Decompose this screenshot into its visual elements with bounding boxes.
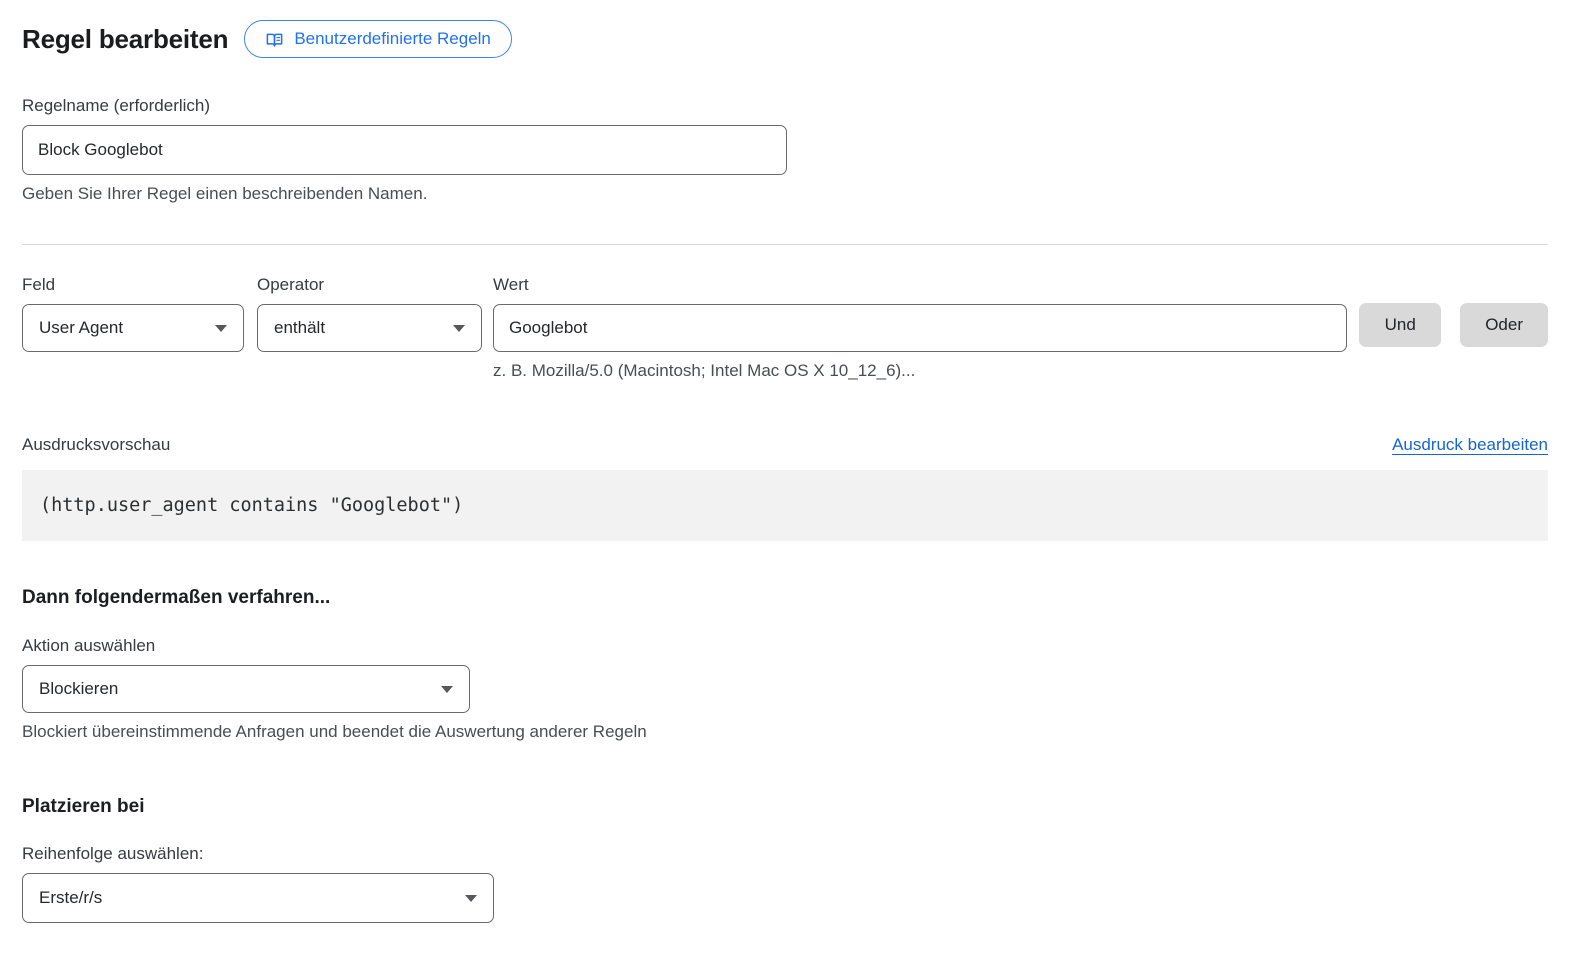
rule-name-input[interactable]	[22, 125, 787, 175]
or-button-column: Oder	[1460, 275, 1548, 347]
value-column: Wert z. B. Mozilla/5.0 (Macintosh; Intel…	[493, 275, 1347, 381]
and-button-column: Und	[1359, 275, 1441, 347]
page-title: Regel bearbeiten	[22, 24, 228, 55]
action-heading: Dann folgendermaßen verfahren...	[22, 587, 1548, 609]
expression-section: Ausdrucksvorschau Ausdruck bearbeiten (h…	[22, 435, 1548, 541]
chevron-down-icon	[441, 686, 453, 693]
page-header: Regel bearbeiten Benutzerdefinierte Rege…	[22, 20, 1548, 58]
field-label: Feld	[22, 275, 244, 295]
chevron-down-icon	[465, 895, 477, 902]
placement-heading: Platzieren bei	[22, 796, 1548, 818]
placement-order-select[interactable]: Erste/r/s	[22, 873, 494, 923]
custom-rules-docs-button[interactable]: Benutzerdefinierte Regeln	[244, 20, 512, 58]
condition-row: Feld User Agent Operator enthält Wert z.…	[22, 275, 1548, 381]
action-select[interactable]: Blockieren	[22, 665, 470, 713]
chevron-down-icon	[453, 325, 465, 332]
value-label: Wert	[493, 275, 1347, 295]
rule-name-section: Regelname (erforderlich) Geben Sie Ihrer…	[22, 96, 1548, 204]
field-column: Feld User Agent	[22, 275, 244, 352]
operator-select-value: enthält	[274, 318, 325, 338]
action-help: Blockiert übereinstimmende Anfragen und …	[22, 722, 1548, 742]
rule-editor-page: Regel bearbeiten Benutzerdefinierte Rege…	[0, 0, 1570, 963]
field-select[interactable]: User Agent	[22, 304, 244, 352]
rule-name-help: Geben Sie Ihrer Regel einen beschreibend…	[22, 184, 1548, 204]
rule-name-label: Regelname (erforderlich)	[22, 96, 1548, 116]
chevron-down-icon	[215, 325, 227, 332]
operator-column: Operator enthält	[257, 275, 482, 352]
section-divider	[22, 244, 1548, 245]
action-section: Dann folgendermaßen verfahren... Aktion …	[22, 587, 1548, 742]
value-input[interactable]	[493, 304, 1347, 352]
expression-preview-label: Ausdrucksvorschau	[22, 435, 170, 455]
edit-expression-link[interactable]: Ausdruck bearbeiten	[1392, 435, 1548, 455]
docs-badge-label: Benutzerdefinierte Regeln	[294, 29, 491, 49]
action-select-value: Blockieren	[39, 679, 118, 699]
placement-section: Platzieren bei Reihenfolge auswählen: Er…	[22, 796, 1548, 923]
placement-order-label: Reihenfolge auswählen:	[22, 844, 1548, 864]
operator-select[interactable]: enthält	[257, 304, 482, 352]
placement-order-value: Erste/r/s	[39, 888, 102, 908]
action-select-label: Aktion auswählen	[22, 636, 1548, 656]
value-help: z. B. Mozilla/5.0 (Macintosh; Intel Mac …	[493, 361, 1347, 381]
or-button[interactable]: Oder	[1460, 303, 1548, 347]
field-select-value: User Agent	[39, 318, 123, 338]
book-icon	[265, 30, 284, 49]
expression-code-block: (http.user_agent contains "Googlebot")	[22, 470, 1548, 541]
operator-label: Operator	[257, 275, 482, 295]
and-button[interactable]: Und	[1359, 303, 1441, 347]
